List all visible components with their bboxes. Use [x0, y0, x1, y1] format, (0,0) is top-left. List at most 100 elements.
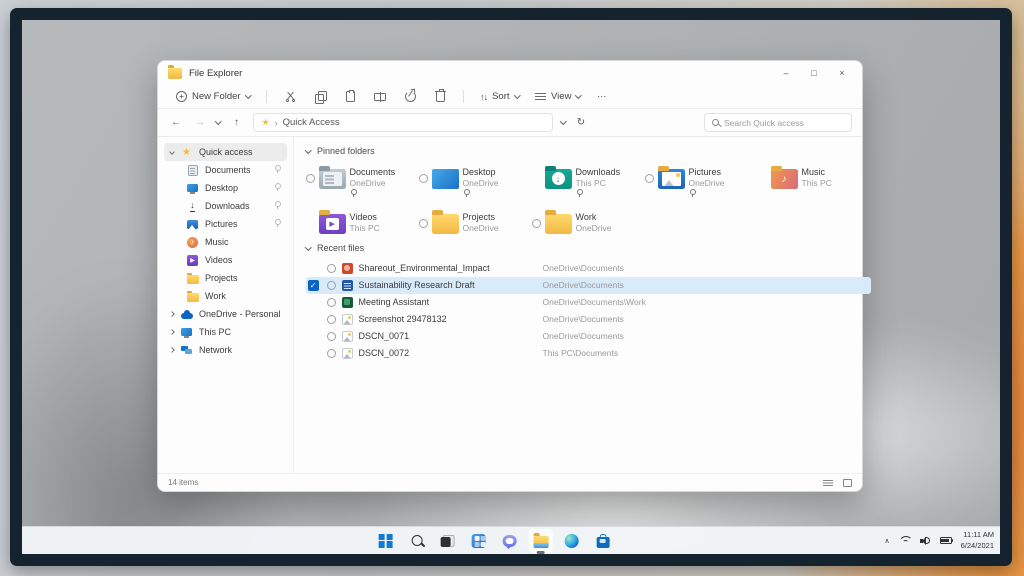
- sidebar-item-projects[interactable]: Projects: [164, 269, 287, 287]
- clock[interactable]: 11:11 AM 6/24/2021: [961, 530, 994, 550]
- desktop-icon: [432, 169, 459, 189]
- sort-button[interactable]: ↑↓ Sort: [474, 88, 525, 105]
- widgets-button[interactable]: [467, 529, 491, 553]
- sidebar-item-onedrive[interactable]: OneDrive - Personal: [164, 305, 287, 323]
- delete-button[interactable]: [427, 88, 453, 106]
- sync-status-icon: [327, 264, 336, 273]
- pinned-tile-pictures[interactable]: Pictures OneDrive: [645, 164, 758, 201]
- file-row[interactable]: Screenshot 29478132 OneDrive\Documents: [306, 311, 871, 328]
- cut-button[interactable]: [277, 88, 303, 106]
- checkbox-checked-icon[interactable]: ✓: [308, 280, 319, 291]
- taskbar-search-button[interactable]: [405, 529, 429, 553]
- file-explorer-taskbar-button[interactable]: [529, 529, 553, 553]
- sort-arrows-icon: ↑↓: [480, 92, 487, 102]
- pinned-tile-desktop[interactable]: Desktop OneDrive: [419, 164, 532, 201]
- more-options-button[interactable]: ···: [591, 88, 613, 105]
- sync-status-icon: [327, 349, 336, 358]
- chat-icon: [503, 535, 517, 547]
- pictures-folder-icon: [658, 169, 685, 189]
- maximize-button[interactable]: □: [800, 63, 828, 83]
- task-view-button[interactable]: [436, 529, 460, 553]
- pinned-folders-header[interactable]: Pinned folders: [306, 143, 871, 159]
- copy-button[interactable]: [307, 88, 333, 106]
- new-folder-button[interactable]: + New Folder: [170, 88, 256, 105]
- back-button[interactable]: ←: [168, 117, 184, 128]
- chat-button[interactable]: [498, 529, 522, 553]
- divider: [266, 90, 267, 103]
- volume-icon[interactable]: [920, 536, 931, 545]
- delete-icon: [436, 92, 445, 102]
- wifi-icon[interactable]: [899, 536, 911, 545]
- chevron-right-icon[interactable]: [169, 347, 175, 353]
- tray-chevron-up-icon[interactable]: ∧: [885, 537, 890, 545]
- plus-icon: +: [176, 91, 187, 102]
- sidebar-item-desktop[interactable]: Desktop: [164, 179, 287, 197]
- file-row[interactable]: DSCN_0072 This PC\Documents: [306, 345, 871, 362]
- excel-file-icon: [342, 297, 353, 308]
- sidebar-item-downloads[interactable]: ↓ Downloads: [164, 197, 287, 215]
- details-view-button[interactable]: [823, 479, 833, 487]
- word-file-icon: [342, 280, 353, 291]
- chevron-down-icon[interactable]: [169, 149, 175, 155]
- start-button[interactable]: [374, 529, 398, 553]
- pinned-tile-downloads[interactable]: ↓ Downloads This PC: [532, 164, 645, 201]
- pinned-tile-documents[interactable]: Documents OneDrive: [306, 164, 419, 201]
- refresh-button[interactable]: ↻: [573, 117, 589, 128]
- sort-label: Sort: [492, 91, 509, 102]
- view-button[interactable]: View: [529, 88, 587, 105]
- content-pane: Pinned folders Documents OneDrive: [294, 137, 881, 473]
- close-button[interactable]: ×: [828, 63, 856, 83]
- pin-icon: [274, 165, 281, 176]
- monitor-bezel: File Explorer – □ × + New Folder: [10, 8, 1012, 566]
- pinned-tile-music[interactable]: ♪ Music This PC: [758, 164, 871, 201]
- thumbnail-view-button[interactable]: [843, 479, 852, 487]
- history-chevron-icon[interactable]: [215, 118, 221, 124]
- file-row[interactable]: Shareout_Environmental_Impact OneDrive\D…: [306, 260, 871, 277]
- sync-status-icon: [306, 174, 315, 183]
- recent-files-header[interactable]: Recent files: [306, 240, 871, 256]
- up-button[interactable]: ↑: [229, 117, 245, 128]
- onedrive-cloud-icon: [180, 308, 193, 321]
- chevron-down-icon: [576, 92, 582, 98]
- pinned-tile-videos[interactable]: ▶ Videos This PC: [306, 209, 419, 234]
- share-button[interactable]: [397, 88, 423, 106]
- pinned-tile-projects[interactable]: Projects OneDrive: [419, 209, 532, 234]
- sidebar-item-work[interactable]: Work: [164, 287, 287, 305]
- sidebar-item-documents[interactable]: Documents: [164, 161, 287, 179]
- search-input[interactable]: [724, 118, 844, 128]
- battery-icon[interactable]: [940, 537, 952, 544]
- image-file-icon: [342, 314, 353, 325]
- pinned-tile-work[interactable]: Work OneDrive: [532, 209, 645, 234]
- titlebar[interactable]: File Explorer – □ ×: [158, 61, 862, 85]
- search-box[interactable]: [704, 113, 852, 132]
- edge-button[interactable]: [560, 529, 584, 553]
- widgets-icon: [472, 534, 486, 548]
- paste-icon: [346, 91, 355, 102]
- sidebar-item-quick-access[interactable]: ★ Quick access: [164, 143, 287, 161]
- sidebar-item-pictures[interactable]: Pictures: [164, 215, 287, 233]
- store-button[interactable]: [591, 529, 615, 553]
- folder-icon: [168, 68, 182, 79]
- file-row[interactable]: DSCN_0071 OneDrive\Documents: [306, 328, 871, 345]
- tray-time: 11:11 AM: [961, 530, 994, 540]
- sidebar-item-network[interactable]: Network: [164, 341, 287, 359]
- downloads-folder-icon: ↓: [545, 169, 572, 189]
- rename-button[interactable]: [367, 88, 393, 106]
- paste-button[interactable]: [337, 88, 363, 106]
- taskbar: ∧ 11:11 AM 6/24/2021: [22, 526, 1000, 554]
- minimize-button[interactable]: –: [772, 63, 800, 83]
- chevron-right-icon[interactable]: [169, 329, 175, 335]
- address-dropdown-icon[interactable]: [560, 118, 566, 124]
- breadcrumb[interactable]: ★ › Quick Access: [253, 113, 553, 132]
- navigation-pane: ★ Quick access Documents Desktop ↓: [158, 137, 294, 473]
- sidebar-item-videos[interactable]: ▶ Videos: [164, 251, 287, 269]
- new-folder-label: New Folder: [192, 91, 241, 102]
- chevron-right-icon[interactable]: [169, 311, 175, 317]
- downloads-icon: ↓: [186, 200, 199, 213]
- sidebar-item-this-pc[interactable]: This PC: [164, 323, 287, 341]
- file-row[interactable]: Meeting Assistant OneDrive\Documents\Wor…: [306, 294, 871, 311]
- file-row-selected[interactable]: ✓ Sustainability Research Draft OneDrive…: [306, 277, 871, 294]
- sidebar-item-music[interactable]: ♪ Music: [164, 233, 287, 251]
- computer-icon: [180, 326, 193, 339]
- forward-button[interactable]: →: [192, 117, 208, 128]
